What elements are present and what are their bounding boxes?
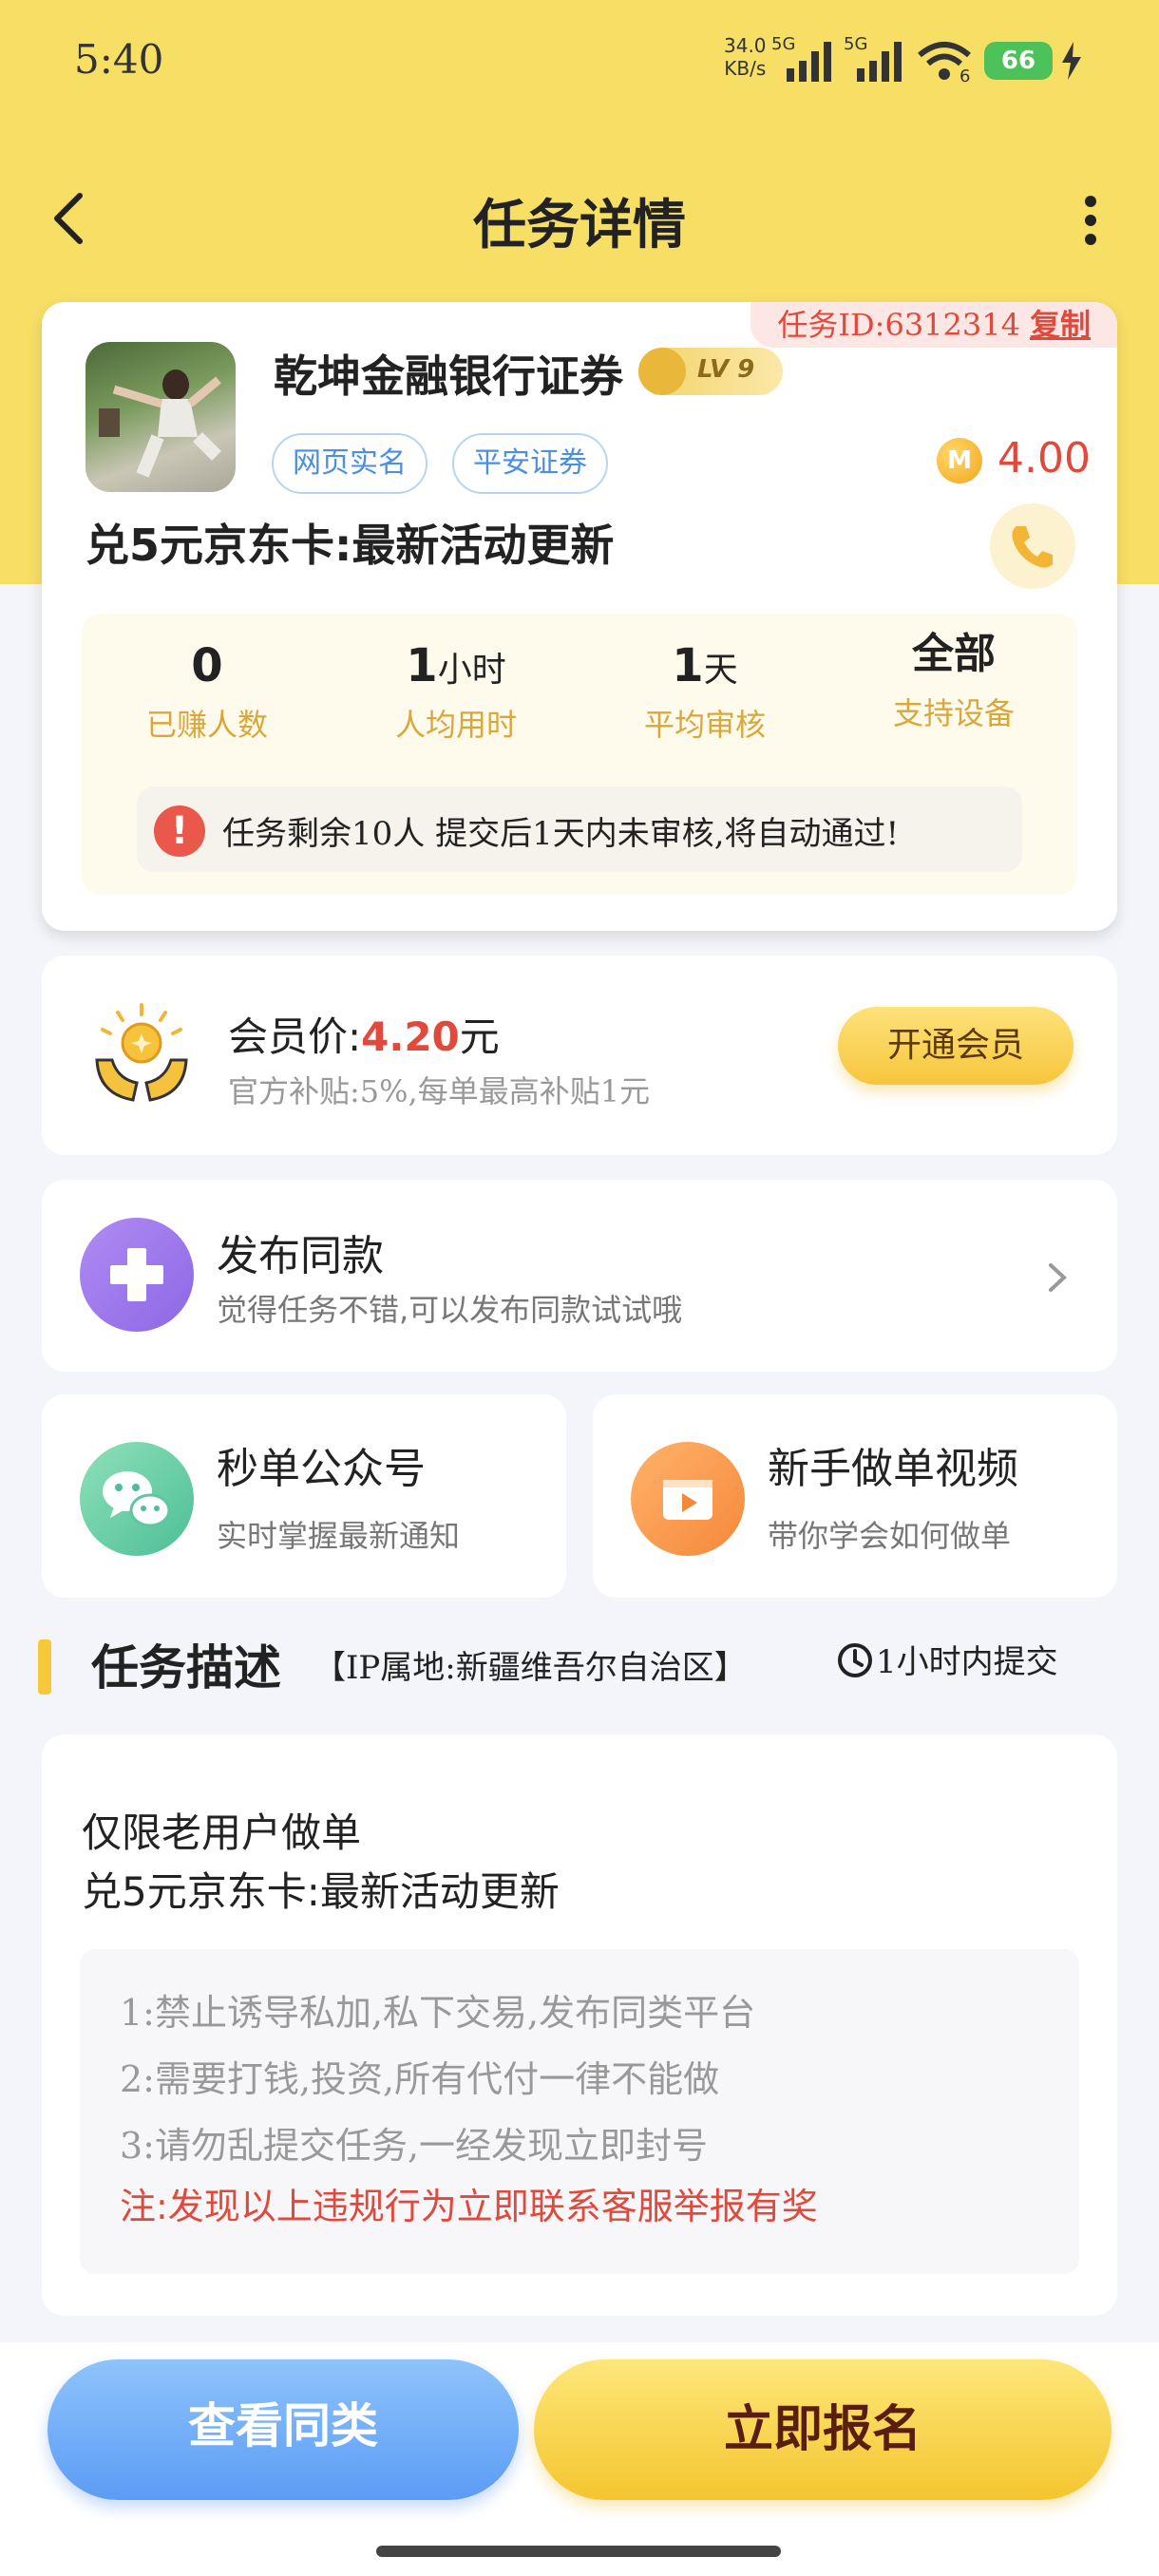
more-options-icon[interactable] [1064, 190, 1117, 247]
wifi-label: 6 [960, 66, 971, 86]
status-time: 5:40 [74, 36, 164, 83]
wechat-account-card[interactable]: 秒单公众号 实时掌握最新通知 [42, 1394, 566, 1598]
task-description-card: 仅限老用户做单 兑5元京东卡:最新活动更新 1:禁止诱导私加,私下交易,发布同类… [42, 1734, 1117, 2316]
medal-icon [638, 348, 686, 395]
clock-icon [838, 1643, 872, 1677]
battery-indicator: 66 [984, 42, 1053, 80]
publisher-name: 乾坤金融银行证券 [274, 350, 623, 402]
tag-platform: 平安证券 [452, 433, 608, 494]
task-notice: ! 任务剩余10人 提交后1天内未审核,将自动通过! [137, 786, 1022, 872]
rule-item: 2:需要打钱,投资,所有代付一律不能做 [120, 2058, 720, 2100]
status-bar: 5:40 34.0 KB/s 5G 5G 6 66 [0, 0, 1159, 123]
task-stats-panel: 0 已赚人数 1小时 人均用时 1天 平均审核 全部 支持设备 ! 任务剩余10… [82, 614, 1077, 895]
publish-subtitle: 觉得任务不错,可以发布同款试试哦 [217, 1292, 683, 1328]
stat-label: 人均用时 [394, 707, 517, 743]
stat-unit: 天 [703, 651, 738, 690]
plus-icon [80, 1218, 194, 1332]
member-price: 会员价:4.20元 [228, 1005, 500, 1063]
rule-item: 3:请勿乱提交任务,一经发现立即封号 [120, 2125, 709, 2167]
coin-icon: M [937, 438, 982, 483]
stat-unit: 小时 [437, 651, 506, 690]
rules-box: 1:禁止诱导私加,私下交易,发布同类平台 2:需要打钱,投资,所有代付一律不能做… [80, 1949, 1079, 2274]
section-title-task-description: 任务描述 [91, 1640, 281, 1695]
page-title: 任务详情 [473, 195, 686, 256]
stat-label: 已赚人数 [145, 707, 268, 743]
level-badge: LV 9 [638, 348, 783, 395]
member-price-card: 会员价:4.20元 官方补贴:5%,每单最高补贴1元 开通会员 [42, 956, 1117, 1155]
stat-value: 0 [191, 639, 223, 692]
home-indicator[interactable] [376, 2546, 781, 2557]
stat-value: 1 [672, 639, 704, 692]
level-text: LV 9 [697, 355, 755, 384]
video-title: 新手做单视频 [768, 1445, 1018, 1493]
stat-label: 支持设备 [892, 695, 1015, 731]
stat-label: 平均审核 [643, 707, 766, 743]
stat-avg-time: 1小时 人均用时 [352, 633, 560, 745]
stat-avg-review: 1天 平均审核 [600, 633, 809, 745]
member-subsidy-note: 官方补贴:5%,每单最高补贴1元 [228, 1073, 651, 1109]
wechat-icon [80, 1442, 194, 1556]
contact-phone-button[interactable] [990, 503, 1075, 589]
stat-value: 全部 [912, 630, 996, 678]
reward-price: M 4.00 [937, 430, 1091, 487]
stat-devices: 全部 支持设备 [849, 621, 1058, 733]
rule-item: 1:禁止诱导私加,私下交易,发布同类平台 [120, 1992, 756, 2034]
bottom-action-bar: 查看同类 立即报名 [0, 2342, 1159, 2576]
video-play-icon [631, 1442, 745, 1556]
tag-verification: 网页实名 [272, 433, 428, 494]
section-accent-bar [38, 1639, 51, 1695]
signal-strength-icon [787, 42, 831, 82]
signal-strength-icon [857, 42, 902, 82]
task-info-card: 任务ID:6312314 复制 乾坤金融银行证券 LV 9 网页实名 平安证券 M… [42, 302, 1117, 931]
network-speed-value: 34.0 [724, 34, 767, 57]
publish-title: 发布同款 [217, 1232, 384, 1280]
stat-earned-count: 0 已赚人数 [103, 633, 312, 745]
charging-icon [1062, 42, 1081, 80]
video-subtitle: 带你学会如何做单 [768, 1518, 1012, 1554]
wechat-title: 秒单公众号 [217, 1445, 426, 1493]
copy-task-id-button[interactable]: 复制 [1030, 307, 1091, 343]
reward-amount: 4.00 [998, 434, 1091, 483]
member-price-label: 会员价: [228, 1013, 362, 1060]
wechat-subtitle: 实时掌握最新通知 [217, 1518, 461, 1554]
task-id-badge: 任务ID:6312314 复制 [750, 302, 1117, 348]
notice-text: 任务剩余10人 提交后1天内未审核,将自动通过! [222, 815, 900, 853]
network-speed: 34.0 KB/s [724, 34, 767, 80]
publisher-avatar [86, 342, 236, 492]
sign-up-button[interactable]: 立即报名 [534, 2359, 1112, 2500]
description-line: 仅限老用户做单 [82, 1809, 362, 1856]
app-header: 任务详情 [0, 161, 1159, 275]
member-price-currency: 元 [459, 1013, 500, 1060]
activate-membership-button[interactable]: 开通会员 [838, 1007, 1074, 1085]
ip-location: 【IP属地:新疆维吾尔自治区】 [314, 1649, 747, 1687]
stat-value: 1 [406, 639, 438, 692]
member-price-amount: 4.20 [361, 1013, 460, 1060]
alert-icon: ! [154, 805, 205, 857]
submit-time-limit: 1小时内提交 [876, 1643, 1058, 1681]
publish-same-row[interactable]: 发布同款 觉得任务不错,可以发布同款试试哦 [42, 1180, 1117, 1372]
tutorial-video-card[interactable]: 新手做单视频 带你学会如何做单 [593, 1394, 1117, 1598]
task-title: 兑5元京东卡:最新活动更新 [86, 520, 615, 571]
phone-icon [1012, 526, 1053, 568]
description-line: 兑5元京东卡:最新活动更新 [82, 1868, 560, 1915]
hands-coin-icon [95, 1003, 188, 1102]
rule-warning: 注:发现以上违规行为立即联系客服举报有奖 [120, 2186, 818, 2227]
task-id-label: 任务ID:6312314 [777, 307, 1020, 343]
network-speed-unit: KB/s [724, 57, 767, 80]
chevron-right-icon [1049, 1263, 1067, 1292]
view-similar-button[interactable]: 查看同类 [48, 2359, 519, 2500]
